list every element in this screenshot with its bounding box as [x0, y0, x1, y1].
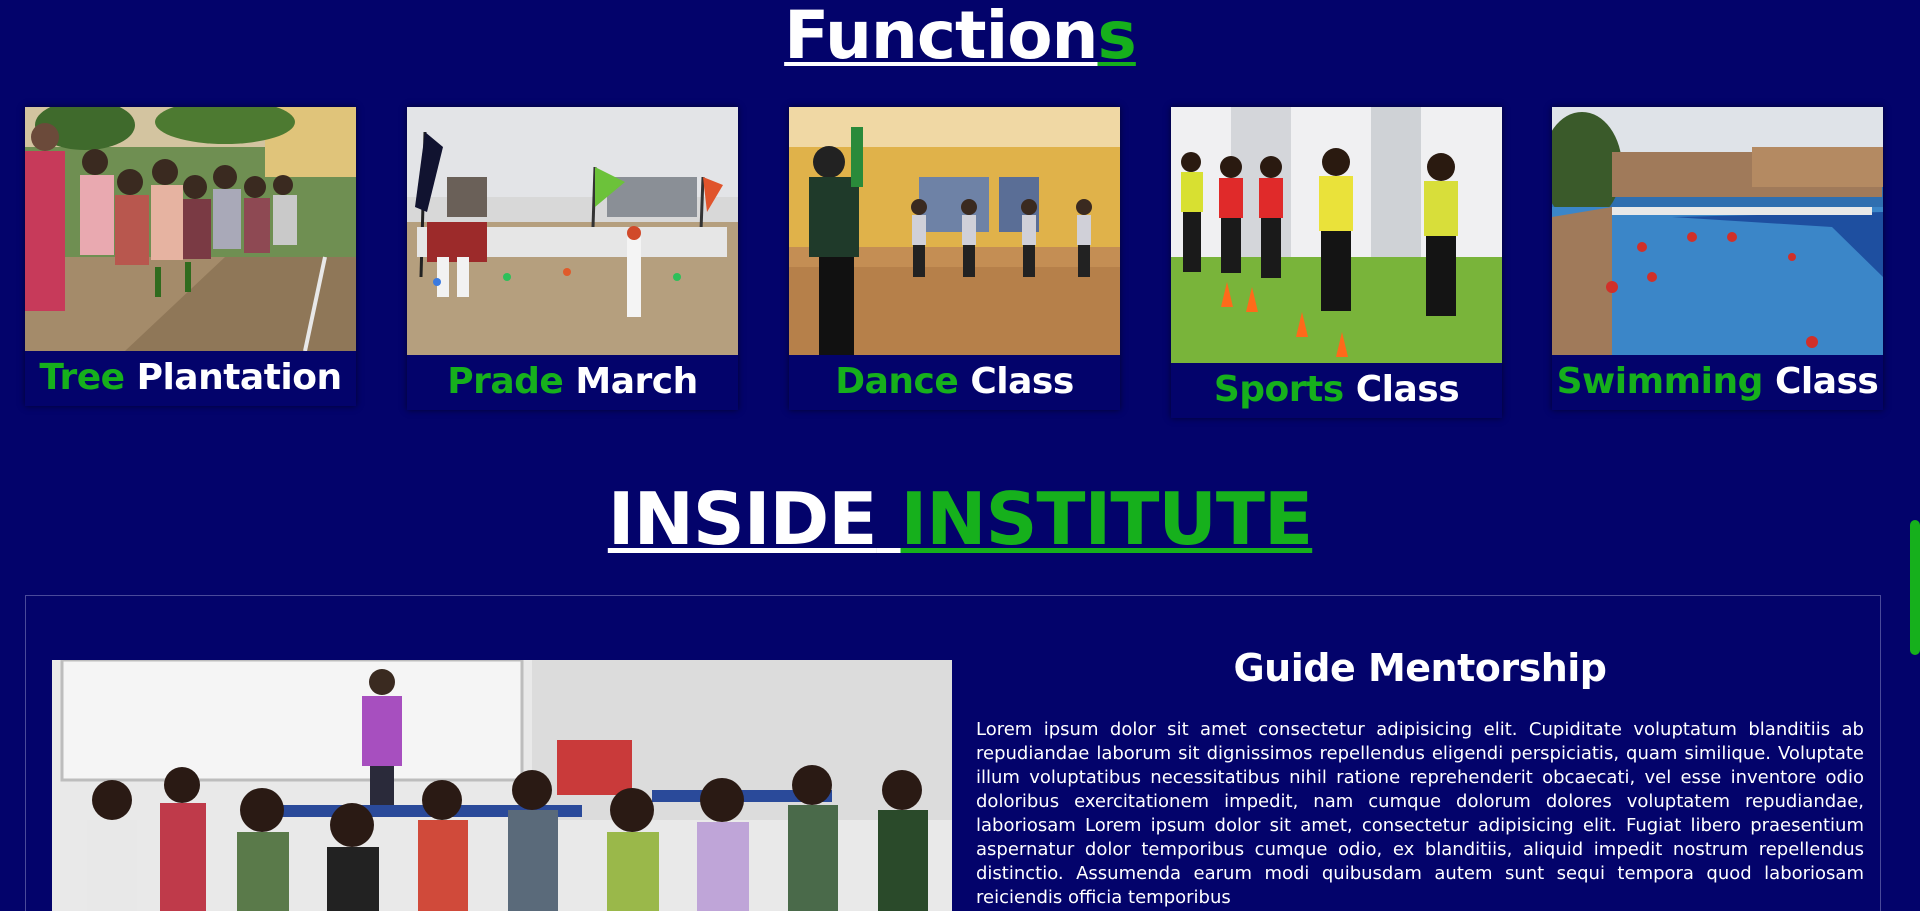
function-card-dance-class[interactable]: Dance Class	[789, 107, 1120, 410]
tree-plantation-photo	[25, 107, 356, 351]
function-card-sports-class[interactable]: Sports Class	[1171, 107, 1502, 418]
page: Functions Tree Plantation Prade March Da…	[0, 0, 1920, 911]
guide-mentorship-paragraph: Lorem ipsum dolor sit amet consectetur a…	[976, 719, 1864, 908]
inside-institute-card: Guide Mentorship Lorem ipsum dolor sit a…	[25, 595, 1881, 911]
scrollbar-thumb[interactable]	[1910, 520, 1920, 655]
function-cards: Tree Plantation Prade March Dance Class …	[25, 107, 1883, 418]
function-card-tree-plantation[interactable]: Tree Plantation	[25, 107, 356, 406]
functions-heading-main: Function	[784, 0, 1098, 74]
inside-institute-heading: INSIDE INSTITUTE	[0, 477, 1920, 561]
inside-heading-green: INSTITUTE	[900, 477, 1314, 561]
prade-march-photo	[407, 107, 738, 355]
classroom-photo	[52, 660, 952, 911]
functions-heading: Functions	[0, 0, 1920, 75]
function-card-label: Swimming Class	[1556, 361, 1879, 402]
function-card-label: Sports Class	[1213, 369, 1460, 410]
functions-heading-accent: s	[1097, 0, 1137, 74]
function-card-label: Dance Class	[835, 361, 1074, 402]
function-card-label: Tree Plantation	[39, 357, 342, 398]
guide-mentorship-title: Guide Mentorship	[1233, 646, 1607, 690]
function-card-prade-march[interactable]: Prade March	[407, 107, 738, 410]
function-card-swimming-class[interactable]: Swimming Class	[1552, 107, 1883, 410]
swimming-class-photo	[1552, 107, 1883, 355]
inside-institute-text: Guide Mentorship Lorem ipsum dolor sit a…	[976, 646, 1864, 910]
inside-heading-white: INSIDE	[607, 477, 878, 561]
dance-class-photo	[789, 107, 1120, 355]
function-card-label: Prade March	[447, 361, 698, 402]
sports-class-photo	[1171, 107, 1502, 363]
